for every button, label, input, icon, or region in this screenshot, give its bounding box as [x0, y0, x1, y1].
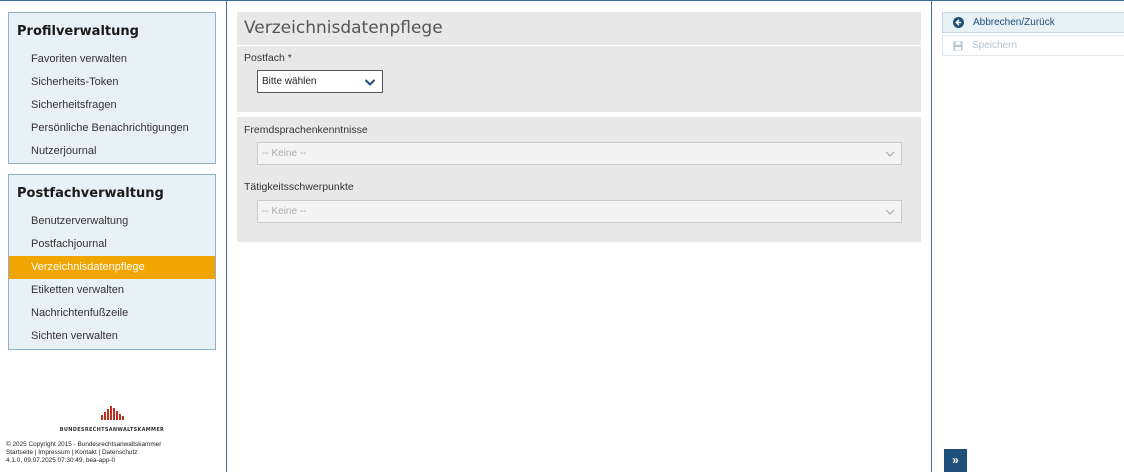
action-panel: Abbrechen/Zurück Speichern: [942, 12, 1124, 56]
sidebar: Profilverwaltung Favoriten verwalten Sic…: [0, 0, 226, 472]
divider-left: [226, 0, 227, 472]
sidebar-item-nachrichtenfusszeile[interactable]: Nachrichtenfußzeile: [9, 302, 215, 325]
sidebar-item-sichten[interactable]: Sichten verwalten: [9, 325, 215, 348]
footer: © 2025 Copyright 2015 - Bundesrechtsanwa…: [6, 441, 161, 465]
sidebar-item-benachrichtigungen[interactable]: Persönliche Benachrichtigungen: [9, 117, 215, 140]
save-button-label: Speichern: [972, 40, 1018, 51]
chevron-down-icon: [885, 209, 895, 215]
profile-panel-title: Profilverwaltung: [17, 24, 139, 39]
sidebar-item-nutzerjournal[interactable]: Nutzerjournal: [9, 140, 215, 163]
floppy-disk-icon: [953, 41, 963, 50]
page-title: Verzeichnisdatenpflege: [237, 12, 921, 45]
postfach-section: Postfach * Bitte wählen: [237, 46, 921, 112]
logo-bars-icon: [100, 406, 124, 420]
footer-link-startseite[interactable]: Startseite: [6, 449, 33, 456]
back-button-label: Abbrechen/Zurück: [973, 17, 1055, 28]
sidebar-item-sicherheits-token[interactable]: Sicherheits-Token: [9, 71, 215, 94]
back-button[interactable]: Abbrechen/Zurück: [942, 12, 1124, 33]
sidebar-item-favoriten[interactable]: Favoriten verwalten: [9, 48, 215, 71]
focus-select-value: -- Keine --: [262, 206, 307, 217]
languages-label: Fremdsprachenkenntnisse: [244, 124, 368, 136]
postfach-select[interactable]: Bitte wählen: [257, 70, 383, 93]
focus-select[interactable]: -- Keine --: [257, 200, 902, 223]
footer-links: Startseite | Impressum | Kontakt | Daten…: [6, 449, 138, 456]
languages-select[interactable]: -- Keine --: [257, 142, 902, 165]
focus-label: Tätigkeitsschwerpunkte: [244, 181, 354, 193]
sidebar-item-verzeichnisdatenpflege[interactable]: Verzeichnisdatenpflege: [9, 256, 215, 279]
brak-logo: BUNDESRECHTSANWALTSKAMMER: [8, 406, 216, 433]
expand-panel-button[interactable]: »: [944, 449, 967, 472]
profile-details-section: Fremdsprachenkenntnisse -- Keine -- Täti…: [237, 117, 921, 242]
sidebar-item-sicherheitsfragen[interactable]: Sicherheitsfragen: [9, 94, 215, 117]
postfach-select-value: Bitte wählen: [262, 76, 317, 87]
sidebar-item-postfachjournal[interactable]: Postfachjournal: [9, 233, 215, 256]
sidebar-item-etiketten[interactable]: Etiketten verwalten: [9, 279, 215, 302]
chevron-down-icon: [885, 151, 895, 157]
footer-copyright: © 2025 Copyright 2015 - Bundesrechtsanwa…: [6, 441, 162, 448]
footer-link-impressum[interactable]: Impressum: [38, 449, 70, 456]
sidebar-item-benutzerverwaltung[interactable]: Benutzerverwaltung: [9, 210, 215, 233]
chevron-down-icon: [364, 79, 376, 86]
footer-version: 4.1.0, 09.07.2025 07:30:49, bea-app-0: [6, 457, 116, 464]
profile-panel: Profilverwaltung Favoriten verwalten Sic…: [8, 12, 216, 164]
footer-link-kontakt[interactable]: Kontakt: [75, 449, 97, 456]
languages-select-value: -- Keine --: [262, 148, 307, 159]
mailbox-panel: Postfachverwaltung Benutzerverwaltung Po…: [8, 174, 216, 350]
mailbox-panel-title: Postfachverwaltung: [17, 186, 164, 201]
divider-right: [931, 0, 932, 472]
logo-text: BUNDESRECHTSANWALTSKAMMER: [59, 427, 165, 433]
arrow-left-circle-icon: [953, 17, 964, 28]
footer-link-datenschutz[interactable]: Datenschutz: [102, 449, 138, 456]
main-content: Verzeichnisdatenpflege Postfach * Bitte …: [237, 12, 921, 242]
postfach-label: Postfach *: [244, 52, 292, 64]
save-button[interactable]: Speichern: [942, 35, 1124, 56]
